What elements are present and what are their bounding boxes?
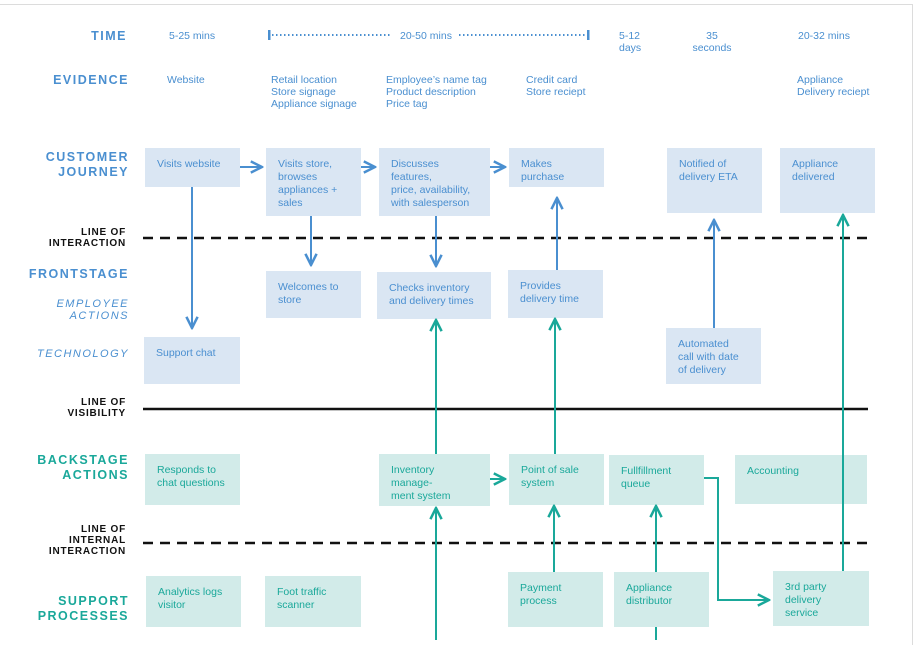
evidence-item: Credit card Store reciept	[526, 74, 586, 98]
evidence-item: Appliance Delivery reciept	[797, 74, 870, 98]
employee-action[interactable]: Checks inventory and delivery times	[377, 272, 491, 319]
evidence-item: Retail location Store signage Appliance …	[271, 74, 357, 110]
support-process[interactable]: Appliance distributor	[614, 572, 709, 627]
journey-step[interactable]: Makes purchase	[509, 148, 604, 187]
time-value: 20-50 mins	[400, 30, 452, 42]
line-label-text: LINE OF	[80, 397, 126, 408]
row-label-employee-actions: EMPLOYEE ACTIONS	[56, 298, 129, 322]
journey-step[interactable]: Notified of delivery ETA	[667, 148, 762, 213]
journey-step[interactable]: Discusses features, price, availability,…	[379, 148, 490, 216]
time-value: 5-25 mins	[169, 30, 216, 42]
line-label-text: VISIBILITY	[67, 408, 126, 419]
support-process[interactable]: Payment process	[508, 572, 603, 627]
row-label-technology: TECHNOLOGY	[36, 348, 129, 360]
journey-step[interactable]: Visits store, browses appliances + sales	[266, 148, 361, 216]
backstage-action[interactable]: Inventory manage- ment system	[379, 454, 490, 506]
journey-step[interactable]: Visits website	[145, 148, 240, 187]
row-label-line: ACTIONS	[62, 468, 129, 482]
row-label-backstage-actions: BACKSTAGE ACTIONS	[37, 453, 129, 483]
row-label-line: SUPPORT	[58, 594, 129, 608]
employee-action[interactable]: Welcomes to store	[266, 271, 361, 318]
row-label-evidence: EVIDENCE	[53, 73, 129, 87]
row-label-support-processes: SUPPORT PROCESSES	[38, 594, 129, 624]
time-value: 20-32 mins	[798, 30, 850, 42]
line-label-interaction: LINE OF INTERACTION	[49, 227, 126, 249]
row-label-frontstage: FRONTSTAGE	[28, 267, 129, 281]
employee-action[interactable]: Provides delivery time	[508, 270, 603, 318]
row-label-line: CUSTOMER	[45, 150, 129, 164]
line-label-text: INTERNAL	[69, 535, 126, 546]
technology-item[interactable]: Automated call with date of delivery	[666, 328, 761, 384]
row-label-line: BACKSTAGE	[37, 453, 129, 467]
evidence-item: Website	[167, 74, 205, 86]
backstage-action[interactable]: Responds to chat questions	[145, 454, 240, 505]
row-label-line: ACTIONS	[69, 310, 129, 322]
time-value: 5-12 days	[619, 30, 642, 54]
support-process[interactable]: Analytics logs visitor	[146, 576, 241, 627]
row-label-line: PROCESSES	[37, 609, 129, 623]
row-label-line: EMPLOYEE	[56, 298, 129, 310]
row-label-time: TIME	[91, 29, 127, 43]
row-label-line: JOURNEY	[58, 165, 129, 179]
technology-item[interactable]: Support chat	[144, 337, 240, 384]
line-label-text: LINE OF	[80, 524, 126, 535]
row-label-customer-journey: CUSTOMER JOURNEY	[46, 150, 129, 180]
line-label-text: INTERACTION	[48, 546, 126, 557]
line-label-internal-interaction: LINE OF INTERNAL INTERACTION	[49, 524, 126, 557]
journey-step[interactable]: Appliance delivered	[780, 148, 875, 213]
line-label-visibility: LINE OF VISIBILITY	[67, 397, 126, 419]
backstage-action[interactable]: Point of sale system	[509, 454, 604, 505]
support-process[interactable]: Foot traffic scanner	[265, 576, 361, 627]
line-label-text: LINE OF	[80, 227, 126, 238]
line-label-text: INTERACTION	[48, 238, 126, 249]
backstage-action[interactable]: Accounting	[735, 455, 867, 504]
backstage-action[interactable]: Fullfillment queue	[609, 455, 704, 505]
time-value: 35 seconds	[692, 30, 732, 54]
support-process[interactable]: 3rd party delivery service	[773, 571, 869, 626]
evidence-item: Employee’s name tag Product description …	[386, 74, 487, 110]
